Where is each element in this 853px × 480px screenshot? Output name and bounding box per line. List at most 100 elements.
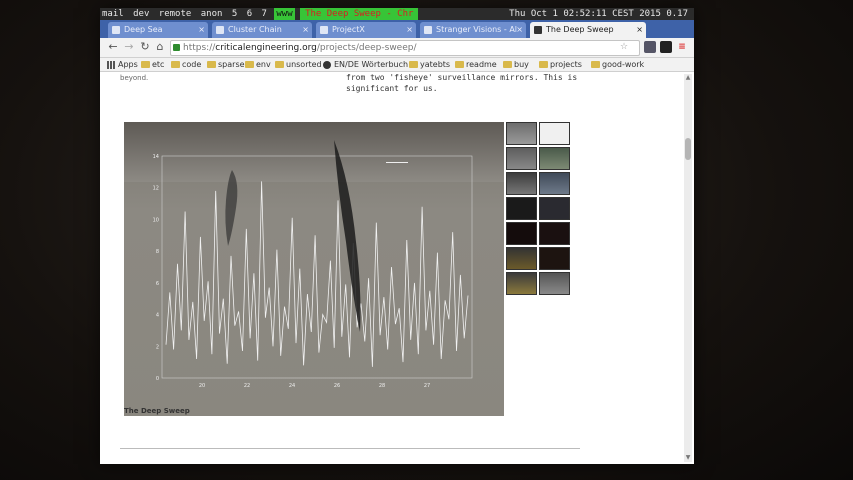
legend-swatch — [386, 162, 408, 163]
x-tick-label: 26 — [334, 383, 340, 389]
star-icon[interactable]: ☆ — [618, 41, 630, 53]
bookmark-projects[interactable]: projects — [538, 58, 582, 72]
extension-icon[interactable] — [660, 41, 672, 53]
bookmark-apps[interactable]: Apps — [106, 58, 138, 72]
bookmark-sparse[interactable]: sparse — [206, 58, 245, 72]
thumbnail[interactable] — [506, 197, 537, 220]
thumbnail[interactable] — [539, 272, 570, 295]
y-tick-label: 4 — [156, 313, 159, 319]
load-average: 0.17 — [666, 9, 688, 19]
scroll-up-icon[interactable]: ▲ — [684, 74, 692, 82]
tab-deep-sea[interactable]: Deep Sea × — [108, 22, 208, 38]
thumbnail[interactable] — [506, 172, 537, 195]
y-tick-label: 12 — [153, 186, 159, 192]
workspace-6[interactable]: 6 — [245, 8, 254, 20]
thumbnail[interactable] — [539, 122, 570, 145]
thumbnail[interactable] — [539, 147, 570, 170]
reload-icon[interactable]: ↻ — [138, 40, 152, 54]
bookmark-buy[interactable]: buy — [502, 58, 529, 72]
tab-cluster-chain[interactable]: Cluster Chain × — [212, 22, 312, 38]
bookmark-label: sparse — [218, 60, 245, 69]
workspace-anon[interactable]: anon — [199, 8, 225, 20]
bookmark-good-work[interactable]: good-work — [590, 58, 644, 72]
menu-icon[interactable]: ≡ — [676, 41, 688, 53]
text-fragment: beyond. — [120, 74, 149, 82]
bookmark-env[interactable]: env — [244, 58, 271, 72]
page-scrollbar[interactable]: ▲ ▼ — [684, 74, 692, 462]
address-bar[interactable]: https://criticalengineering.org/projects… — [170, 40, 640, 56]
apps-grid-icon — [107, 61, 115, 69]
url-host: criticalengineering.org — [215, 43, 317, 53]
x-tick-label: 20 — [199, 383, 205, 389]
workspace-remote[interactable]: remote — [157, 8, 194, 20]
bookmark-label: projects — [550, 60, 582, 69]
extension-icon[interactable] — [644, 41, 656, 53]
tab-stranger-visions[interactable]: Stranger Visions - Al × — [420, 22, 526, 38]
folder-icon — [409, 61, 418, 68]
bookmark-label: EN/DE Wörterbuch — [334, 60, 409, 69]
thumbnail[interactable] — [506, 272, 537, 295]
active-window-title: The Deep Sweep - Chr — [300, 8, 419, 20]
folder-icon — [141, 61, 150, 68]
thumbnail[interactable] — [506, 122, 537, 145]
close-tab-icon[interactable]: × — [198, 22, 205, 38]
back-arrow-icon[interactable]: ← — [106, 40, 120, 54]
workspace-dev[interactable]: dev — [131, 8, 151, 20]
close-tab-icon[interactable]: × — [302, 22, 309, 38]
y-tick-label: 10 — [153, 217, 159, 223]
favicon-icon — [216, 26, 224, 34]
plot-frame — [161, 155, 473, 379]
page-content: beyond. from two 'fisheye' surveillance … — [100, 72, 694, 464]
tab-the-deep-sweep[interactable]: The Deep Sweep × — [530, 22, 646, 38]
y-tick-labels: 14 12 10 8 6 4 2 0 — [153, 154, 159, 382]
close-tab-icon[interactable]: × — [636, 22, 643, 38]
bookmark-etc[interactable]: etc — [140, 58, 164, 72]
tab-label: Cluster Chain — [228, 25, 282, 34]
bookmark-label: yatebts — [420, 60, 451, 69]
thumbnail[interactable] — [539, 247, 570, 270]
tab-label: ProjectX — [332, 25, 365, 34]
hanging-balloon-shadow — [334, 140, 361, 332]
x-tick-label: 28 — [379, 383, 385, 389]
workspace-www[interactable]: www — [274, 8, 295, 20]
intro-paragraph: from two 'fisheye' surveillance mirrors.… — [346, 73, 578, 93]
thumbnail[interactable] — [539, 222, 570, 245]
bookmark-label: Apps — [118, 60, 138, 69]
folder-icon — [539, 61, 548, 68]
thumbnail-grid — [506, 122, 572, 296]
scrollbar-thumb[interactable] — [685, 138, 691, 160]
bookmark-label: etc — [152, 60, 165, 69]
tab-projectx[interactable]: ProjectX × — [316, 22, 416, 38]
bookmark-readme[interactable]: readme — [454, 58, 497, 72]
series-line — [165, 181, 469, 367]
folder-icon — [455, 61, 464, 68]
close-tab-icon[interactable]: × — [406, 22, 413, 38]
close-tab-icon[interactable]: × — [516, 22, 523, 38]
favicon-icon — [534, 26, 542, 34]
bookmark-label: env — [256, 60, 271, 69]
url-scheme: https:// — [183, 43, 216, 53]
tab-label: Stranger Visions - Al — [436, 25, 518, 34]
home-icon[interactable]: ⌂ — [153, 40, 167, 54]
favicon-icon — [320, 26, 328, 34]
workspace-7[interactable]: 7 — [260, 8, 269, 20]
tab-label: Deep Sea — [124, 25, 163, 34]
bookmark-dictionary[interactable]: EN/DE Wörterbuch — [322, 58, 408, 72]
forward-arrow-icon[interactable]: → — [122, 40, 136, 54]
thumbnail[interactable] — [506, 247, 537, 270]
folder-icon — [171, 61, 180, 68]
thumbnail[interactable] — [506, 222, 537, 245]
scroll-down-icon[interactable]: ▼ — [684, 454, 692, 462]
thumbnail[interactable] — [539, 172, 570, 195]
window-manager-bar: mail dev remote anon 5 6 7 www The Deep … — [100, 8, 694, 20]
thumbnail[interactable] — [539, 197, 570, 220]
bookmark-code[interactable]: code — [170, 58, 201, 72]
thumbnail[interactable] — [506, 147, 537, 170]
bookmark-yatebts[interactable]: yatebts — [408, 58, 450, 72]
workspace-5[interactable]: 5 — [230, 8, 239, 20]
folder-icon — [275, 61, 284, 68]
workspace-mail[interactable]: mail — [100, 8, 126, 20]
figure-photo[interactable]: 14 12 10 8 6 4 2 0 20 22 24 26 28 27 — [124, 122, 504, 416]
bookmark-unsorted[interactable]: unsorted — [274, 58, 322, 72]
spectrum-plot: 14121086420 20 22 24 26 28 27 — [153, 140, 473, 389]
